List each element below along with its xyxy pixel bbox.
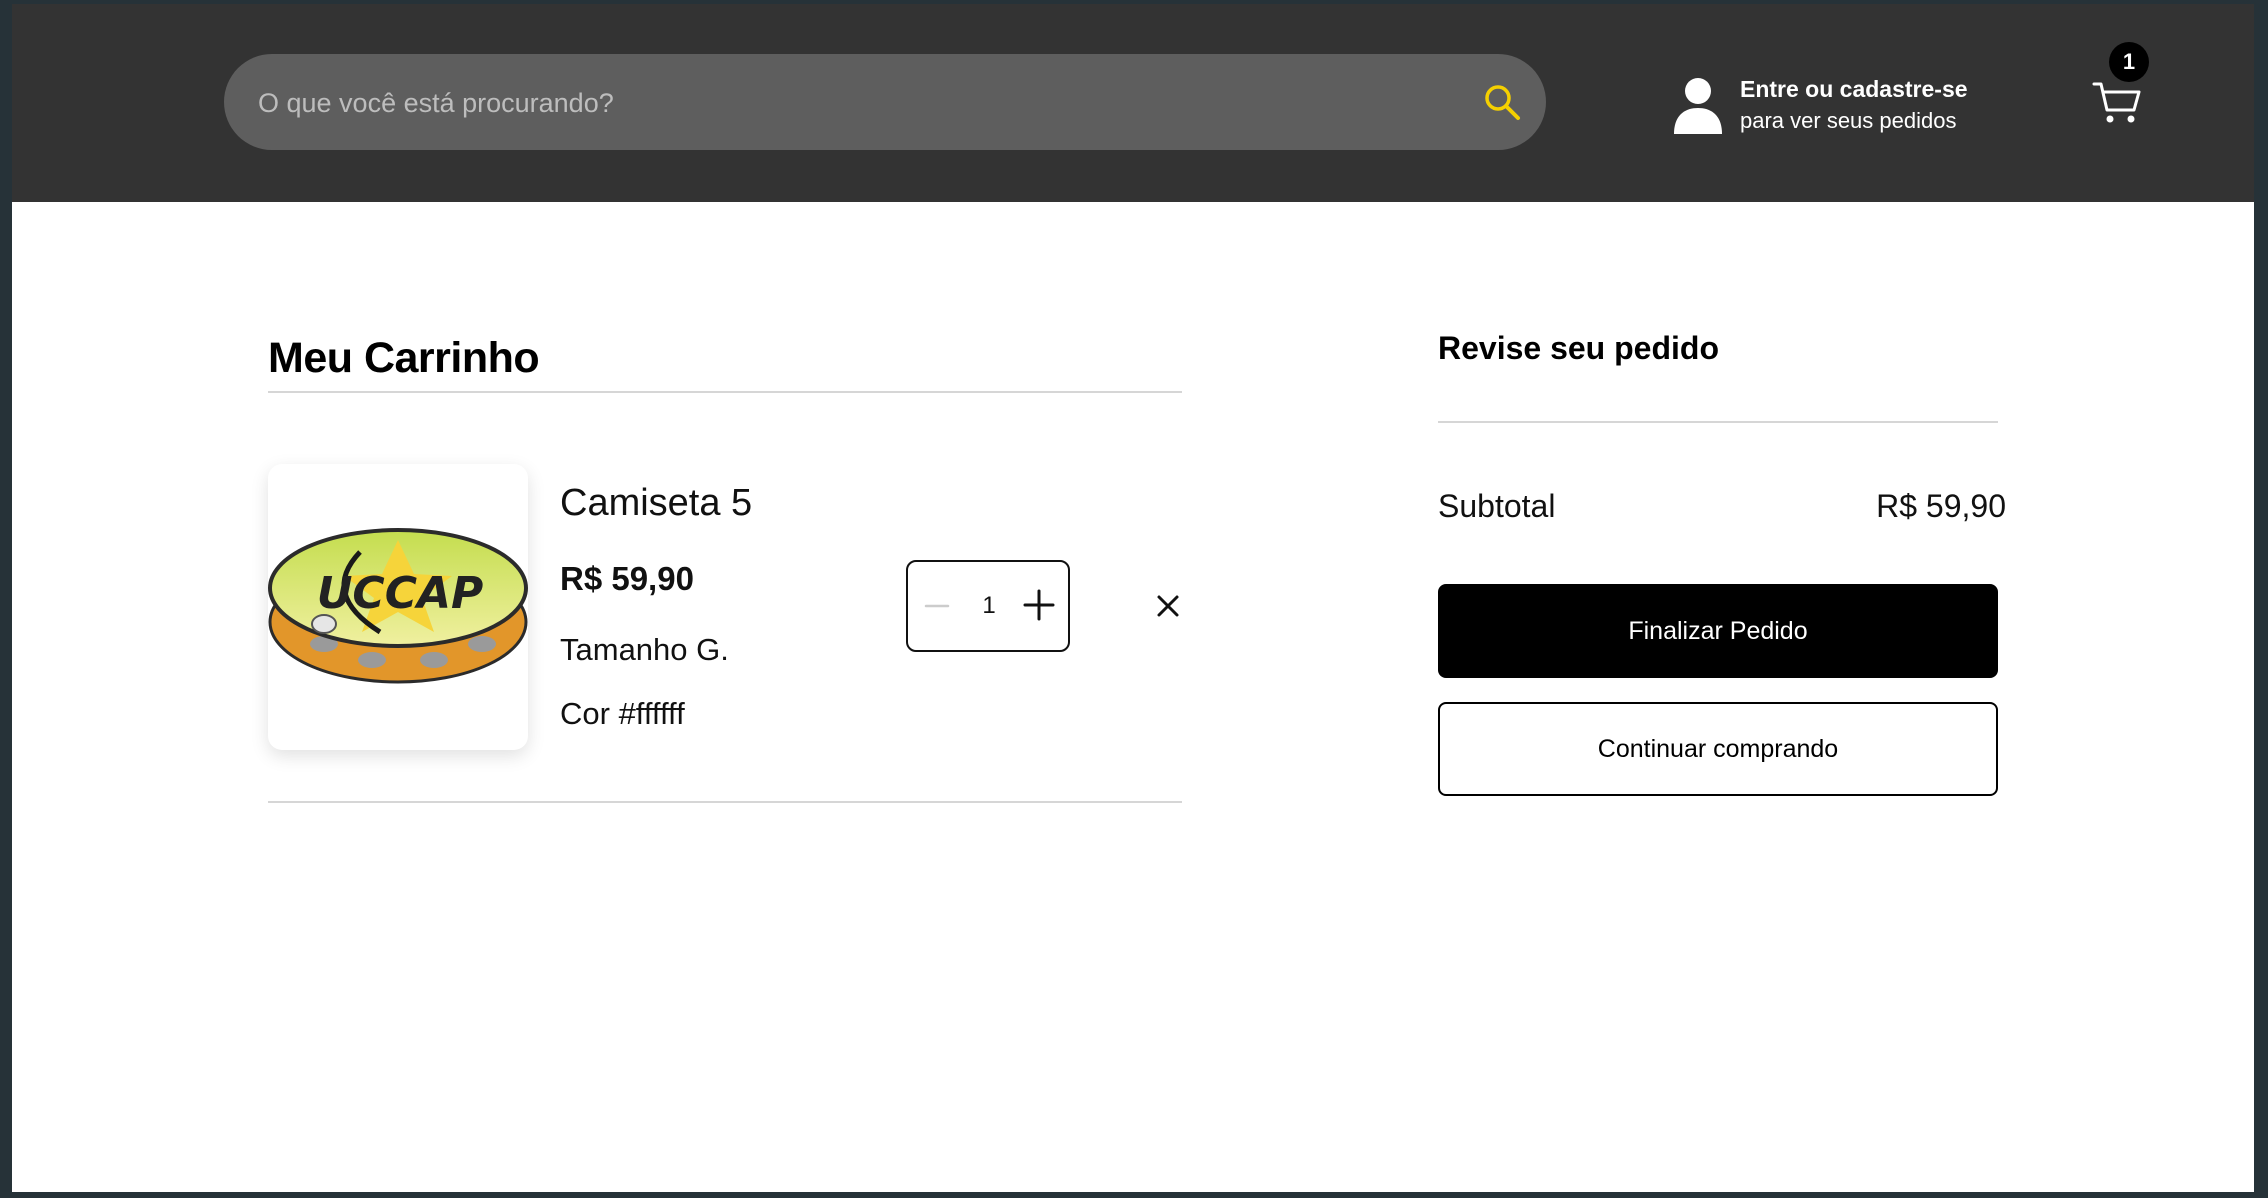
account-login-label: Entre ou cadastre-se [1740, 76, 1968, 102]
search-icon[interactable] [1482, 82, 1522, 122]
search-input[interactable] [256, 54, 1440, 152]
summary-divider [1438, 421, 1998, 423]
app-window: Entre ou cadastre-se para ver seus pedid… [12, 4, 2254, 1192]
product-name[interactable]: Camiseta 5 [560, 482, 752, 525]
product-size: Tamanho G. [560, 632, 729, 667]
quantity-stepper: 1 [906, 560, 1070, 652]
remove-item-close-icon[interactable] [1154, 592, 1182, 620]
increase-quantity-button[interactable] [1020, 586, 1058, 624]
site-header: Entre ou cadastre-se para ver seus pedid… [12, 4, 2254, 202]
cart-bottom-divider [268, 801, 1182, 803]
cart-button[interactable]: 1 [2092, 42, 2162, 132]
cart-icon [2092, 82, 2141, 123]
search-bar[interactable] [224, 54, 1546, 152]
decrease-quantity-button[interactable] [918, 588, 954, 624]
quantity-value: 1 [982, 592, 996, 619]
product-logo-image: UCCAP [268, 528, 528, 684]
svg-text:UCCAP: UCCAP [317, 568, 484, 619]
subtotal-value: R$ 59,90 [1876, 488, 2006, 524]
product-image[interactable]: UCCAP [268, 464, 528, 750]
cart-title: Meu Carrinho [268, 334, 540, 382]
account-orders-hint: para ver seus pedidos [1740, 108, 1957, 133]
cart-title-divider [268, 391, 1182, 393]
subtotal-label: Subtotal [1438, 488, 1556, 524]
order-summary-title: Revise seu pedido [1438, 330, 1719, 366]
product-color: Cor #ffffff [560, 696, 685, 731]
continue-shopping-button[interactable]: Continuar comprando [1438, 702, 1998, 796]
cart-count-badge: 1 [2109, 42, 2149, 82]
checkout-button[interactable]: Finalizar Pedido [1438, 584, 1998, 678]
user-icon [1674, 78, 1722, 134]
product-price: R$ 59,90 [560, 560, 694, 597]
